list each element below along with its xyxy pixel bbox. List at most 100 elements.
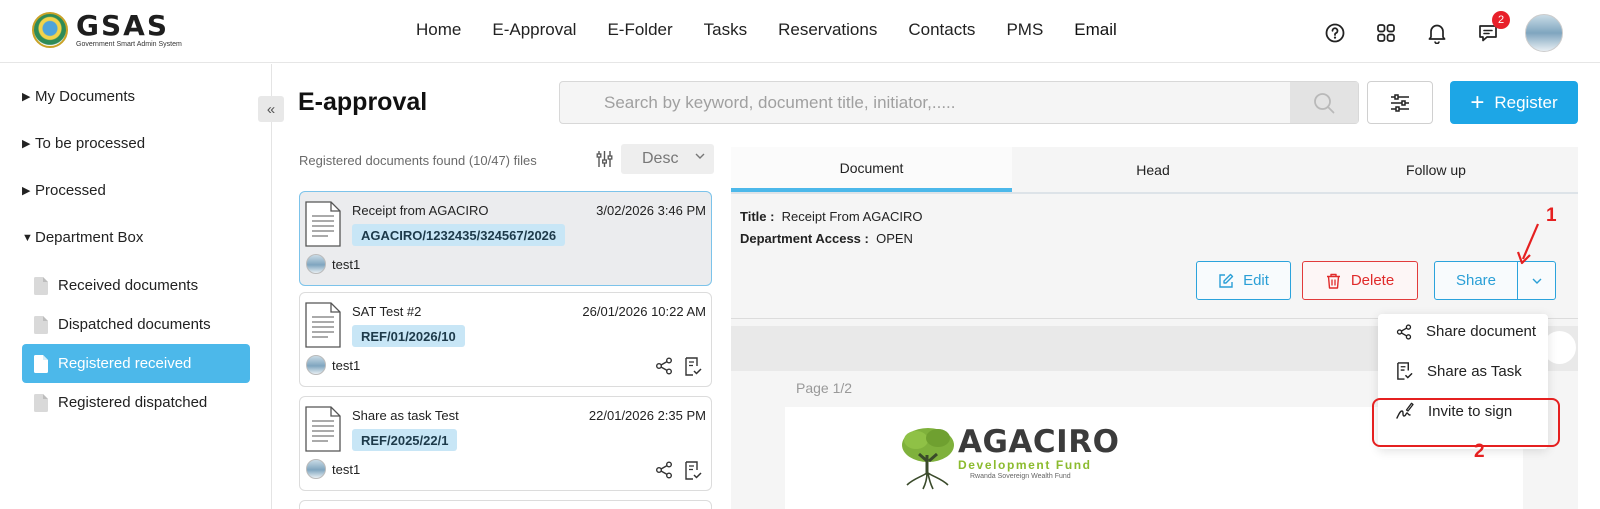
user-avatar[interactable]: [1525, 14, 1563, 52]
share-icon[interactable]: [655, 357, 673, 380]
sidebar-department-box[interactable]: ▼ Department Box: [22, 229, 143, 246]
chevron-down-icon: [1532, 278, 1541, 284]
menu-item-share-as-task[interactable]: Share as Task: [1396, 362, 1522, 380]
file-icon: [34, 354, 48, 373]
messages-badge: 2: [1492, 11, 1510, 29]
sliders-icon: [1391, 93, 1409, 112]
avatar: [306, 254, 326, 274]
document-card[interactable]: Share as task Test 22/01/2026 2:35 PM RE…: [299, 396, 712, 491]
share-icon[interactable]: [655, 461, 673, 484]
annotation-step-1: 1: [1546, 205, 1557, 226]
sidebar-to-be-processed[interactable]: ▶ To be processed: [22, 135, 145, 152]
sidebar-my-documents[interactable]: ▶ My Documents: [22, 88, 135, 105]
file-icon: [34, 315, 48, 334]
document-card[interactable]: Receipt from AGACIRO 3/02/2026 3:46 PM A…: [299, 191, 712, 286]
nav-reservations[interactable]: Reservations: [778, 20, 877, 40]
edit-button[interactable]: Edit: [1196, 261, 1291, 300]
document-owner: test1: [306, 254, 360, 274]
nav-contacts[interactable]: Contacts: [908, 20, 975, 40]
sort-order-select[interactable]: Desc: [621, 144, 714, 174]
filter-button[interactable]: [1367, 81, 1433, 124]
main-nav: Home E-Approval E-Folder Tasks Reservati…: [416, 20, 1148, 40]
gsas-logo[interactable]: GSAS Government Smart Admin System: [32, 8, 182, 48]
sidebar-item-registered-dispatched[interactable]: Registered dispatched: [22, 383, 250, 422]
tab-follow-up[interactable]: Follow up: [1294, 147, 1578, 192]
signature-icon: [1396, 402, 1414, 419]
document-card[interactable]: [299, 500, 712, 509]
document-date: 26/01/2026 10:22 AM: [582, 304, 706, 319]
help-icon[interactable]: [1321, 19, 1349, 47]
document-icon: [305, 201, 341, 247]
document-title: Share as task Test: [352, 408, 459, 423]
top-bar: GSAS Government Smart Admin System Home …: [0, 0, 1600, 63]
agaciro-logo: AGACIRO Development Fund Rwanda Sovereig…: [900, 425, 1119, 491]
org-tagline: Rwanda Sovereign Wealth Fund: [970, 473, 1071, 480]
top-icons: 2: [1321, 11, 1563, 52]
annotation-arrow-icon: [1516, 223, 1540, 265]
search-button[interactable]: [1290, 82, 1358, 123]
caret-right-icon: ▶: [22, 91, 31, 103]
nav-email[interactable]: Email: [1074, 20, 1117, 40]
sidebar-item-dispatched-documents[interactable]: Dispatched documents: [22, 305, 250, 344]
document-title-value: Receipt From AGACIRO: [781, 209, 923, 224]
tab-document[interactable]: Document: [731, 147, 1012, 192]
nav-tasks[interactable]: Tasks: [704, 20, 747, 40]
page-title: E-approval: [298, 88, 428, 116]
page-indicator: Page 1/2: [796, 380, 853, 396]
nav-pms[interactable]: PMS: [1006, 20, 1043, 40]
document-card[interactable]: SAT Test #2 26/01/2026 10:22 AM REF/01/2…: [299, 292, 712, 387]
document-owner: test1: [306, 459, 360, 479]
file-icon: [34, 276, 48, 295]
nav-e-approval[interactable]: E-Approval: [492, 20, 576, 40]
sidebar: ▶ My Documents ▶ To be processed ▶ Processe…: [0, 64, 272, 509]
caret-down-icon: ▼: [22, 231, 33, 244]
trash-icon: [1326, 273, 1340, 289]
caret-right-icon: ▶: [22, 138, 31, 150]
nav-home[interactable]: Home: [416, 20, 461, 40]
bell-icon[interactable]: [1423, 19, 1451, 47]
collapse-sidebar-button[interactable]: «: [258, 96, 284, 122]
avatar: [306, 459, 326, 479]
document-ref-badge: REF/01/2026/10: [352, 325, 465, 347]
caret-right-icon: ▶: [22, 185, 31, 197]
document-date: 22/01/2026 2:35 PM: [588, 408, 706, 423]
document-title-row: Title : Receipt From AGACIRO: [740, 209, 923, 224]
messages-icon[interactable]: 2: [1474, 11, 1510, 47]
share-button[interactable]: Share: [1434, 261, 1518, 300]
search-bar: [559, 81, 1359, 124]
register-button[interactable]: + Register: [1450, 81, 1578, 124]
sidebar-item-registered-received[interactable]: Registered received: [22, 344, 250, 383]
annotation-step-2: 2: [1474, 441, 1485, 462]
apps-grid-icon[interactable]: [1372, 19, 1400, 47]
task-icon: [1397, 362, 1413, 380]
menu-item-invite-to-sign[interactable]: Invite to sign: [1396, 402, 1512, 420]
sort-options-icon[interactable]: [596, 150, 613, 173]
plus-icon: +: [1470, 88, 1485, 116]
logo-title: GSAS: [76, 8, 169, 42]
org-subtitle: Development Fund: [958, 458, 1092, 472]
sidebar-item-received-documents[interactable]: Received documents: [22, 266, 250, 305]
task-icon[interactable]: [684, 461, 702, 485]
tab-head[interactable]: Head: [1012, 147, 1294, 192]
search-input[interactable]: [560, 82, 1292, 123]
sidebar-processed[interactable]: ▶ Processed: [22, 182, 106, 199]
share-icon: [1396, 323, 1412, 340]
rwanda-seal-icon: [32, 12, 68, 48]
document-title: SAT Test #2: [352, 304, 422, 319]
task-icon[interactable]: [684, 357, 702, 381]
document-date: 3/02/2026 3:46 PM: [596, 203, 706, 218]
org-name: AGACIRO: [958, 424, 1120, 460]
double-chevron-left-icon: «: [266, 100, 276, 118]
chevron-down-icon: [695, 153, 705, 159]
document-ref-badge: REF/2025/22/1: [352, 429, 458, 451]
tree-logo-icon: [902, 428, 954, 490]
document-title: Receipt from AGACIRO: [352, 203, 489, 218]
menu-item-share-document[interactable]: Share document: [1396, 323, 1536, 340]
department-access-row: Department Access : OPEN: [740, 231, 913, 246]
delete-button[interactable]: Delete: [1302, 261, 1418, 300]
search-icon: [1314, 92, 1335, 113]
file-icon: [34, 393, 48, 412]
document-icon: [305, 302, 341, 348]
nav-e-folder[interactable]: E-Folder: [607, 20, 672, 40]
avatar: [306, 355, 326, 375]
